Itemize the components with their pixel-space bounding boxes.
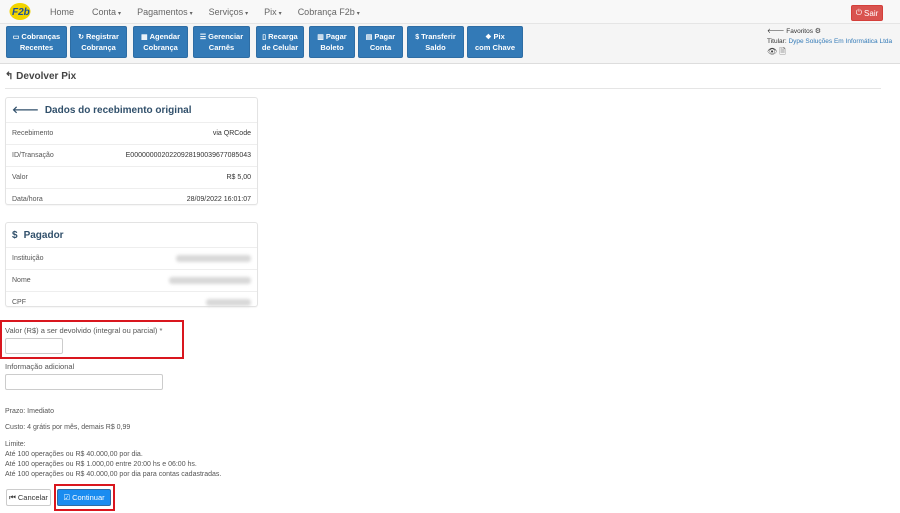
dollar-icon: $ xyxy=(12,229,18,241)
phone-icon: ▯ xyxy=(262,33,267,41)
pagar-boleto-button[interactable]: ▥ Pagar Boleto xyxy=(309,26,355,58)
eye-icon[interactable]: 👁 xyxy=(767,47,777,56)
limite-line: Até 100 operações ou R$ 40.000,00 por di… xyxy=(5,451,143,458)
original-receipt-heading: 🡐 Dados do recebimento original xyxy=(12,104,192,117)
favorites-panel: 🡐 Favoritos ⚙ Titular: Dype Soluções Em … xyxy=(767,27,892,57)
list-icon: ☰ xyxy=(199,33,207,41)
transferir-saldo-button[interactable]: $ Transferir Saldo xyxy=(407,26,464,58)
arrow-left-icon: 🡐 xyxy=(12,105,39,116)
cobrancas-recentes-button[interactable]: ▭ Cobranças Recentes xyxy=(6,26,67,58)
limite-title: Limite: xyxy=(5,441,26,448)
logout-button[interactable]: ⏻ Sair xyxy=(851,5,883,21)
chevron-down-icon: ▾ xyxy=(245,11,249,17)
chevron-down-icon: ▾ xyxy=(189,11,193,17)
nav-conta[interactable]: Conta ▾ xyxy=(84,0,129,24)
registrar-cobranca-button[interactable]: ↻ Registrar Cobrança xyxy=(70,26,127,58)
skip-back-icon: ⏮ xyxy=(9,492,16,502)
receipt-row-valor: Valor R$ 5,00 xyxy=(6,166,257,188)
card-icon: ▭ xyxy=(12,33,20,41)
check-square-icon: ☑ xyxy=(63,493,71,502)
top-navbar: F2b Home Conta ▾ Pagamentos ▾ Serviços ▾ Pi… xyxy=(0,0,900,24)
payer-row-instituicao: Instituição xyxy=(6,247,257,269)
nav-servicos[interactable]: Serviços ▾ xyxy=(201,0,257,24)
titular-line: Titular: Dype Soluções Em Informática Lt… xyxy=(767,38,893,45)
nav-pagamentos[interactable]: Pagamentos ▾ xyxy=(129,0,201,24)
gerenciar-carnes-button[interactable]: ☰ Gerenciar Carnês xyxy=(193,26,250,58)
redacted-value xyxy=(176,255,251,262)
chevron-down-icon: ▾ xyxy=(356,11,360,17)
redacted-value xyxy=(206,299,251,306)
register-icon: ↻ xyxy=(78,33,84,41)
receipt-row-recebimento: Recebimento via QRCode xyxy=(6,122,257,144)
page-title: ↰ Devolver Pix xyxy=(5,71,77,82)
titular-name[interactable]: Dype Soluções Em Informática Ltda xyxy=(788,38,892,45)
arrow-left-icon: 🡐 xyxy=(767,28,785,35)
nav-pix[interactable]: Pix ▾ xyxy=(256,0,290,24)
continue-button[interactable]: ☑ Continuar xyxy=(57,489,111,506)
chevron-down-icon: ▾ xyxy=(278,11,282,17)
back-arrow-icon[interactable]: ↰ xyxy=(5,71,13,82)
document-icon[interactable]: 🗎 xyxy=(779,47,785,56)
agendar-cobranca-button[interactable]: ▦ Agendar Cobrança xyxy=(133,26,188,58)
redacted-value xyxy=(169,277,251,284)
limite-line: Até 100 operações ou R$ 40.000,00 por di… xyxy=(5,471,222,478)
payer-row-nome: Nome xyxy=(6,269,257,291)
title-divider xyxy=(5,88,881,89)
action-toolbar: ▭ Cobranças Recentes ↻ Registrar Cobrança … xyxy=(0,24,900,64)
payer-heading: $ Pagador xyxy=(12,229,64,241)
gear-icon[interactable]: ⚙ xyxy=(815,28,821,35)
power-icon: ⏻ xyxy=(855,8,863,17)
limite-line: Até 100 operações ou R$ 1.000,00 entre 2… xyxy=(5,461,197,468)
pix-com-chave-button[interactable]: ❖ Pix com Chave xyxy=(467,26,523,58)
custo-text: Custo: 4 grátis por mês, demais R$ 0,99 xyxy=(5,424,131,431)
f2b-logo[interactable]: F2b xyxy=(9,2,31,21)
info-adicional-label: Informação adicional xyxy=(5,362,75,371)
pix-icon: ❖ xyxy=(485,33,492,41)
valor-label: Valor (R$) a ser devolvido (integral ou … xyxy=(5,326,163,335)
svg-text:F2b: F2b xyxy=(12,7,30,18)
chevron-down-icon: ▾ xyxy=(118,11,122,17)
nav-cobranca-f2b[interactable]: Cobrança F2b ▾ xyxy=(290,0,368,24)
nav-home[interactable]: Home xyxy=(42,0,84,24)
info-adicional-input[interactable] xyxy=(5,374,163,390)
dollar-icon: $ xyxy=(415,33,420,41)
main-menu: Home Conta ▾ Pagamentos ▾ Serviços ▾ Pix ▾ C… xyxy=(42,0,368,24)
favoritos-link[interactable]: 🡐 Favoritos ⚙ xyxy=(767,27,892,37)
original-receipt-panel: 🡐 Dados do recebimento original Recebime… xyxy=(5,97,258,205)
valor-input[interactable] xyxy=(5,338,63,354)
pagar-conta-button[interactable]: ▤ Pagar Conta xyxy=(358,26,403,58)
calendar-icon: ▦ xyxy=(140,33,148,41)
receipt-row-datahora: Data/hora 28/09/2022 16:01:07 xyxy=(6,188,257,210)
payer-row-cpf: CPF xyxy=(6,291,257,313)
recarga-celular-button[interactable]: ▯ Recarga de Celular xyxy=(256,26,304,58)
cancel-button[interactable]: ⏮ Cancelar xyxy=(6,489,51,506)
receipt-row-id: ID/Transação E00000000202209281900396770… xyxy=(6,144,257,166)
prazo-text: Prazo: Imediato xyxy=(5,408,55,415)
payer-panel: $ Pagador Instituição Nome CPF xyxy=(5,222,258,307)
barcode-icon: ▥ xyxy=(317,33,324,41)
bill-icon: ▤ xyxy=(365,33,373,41)
